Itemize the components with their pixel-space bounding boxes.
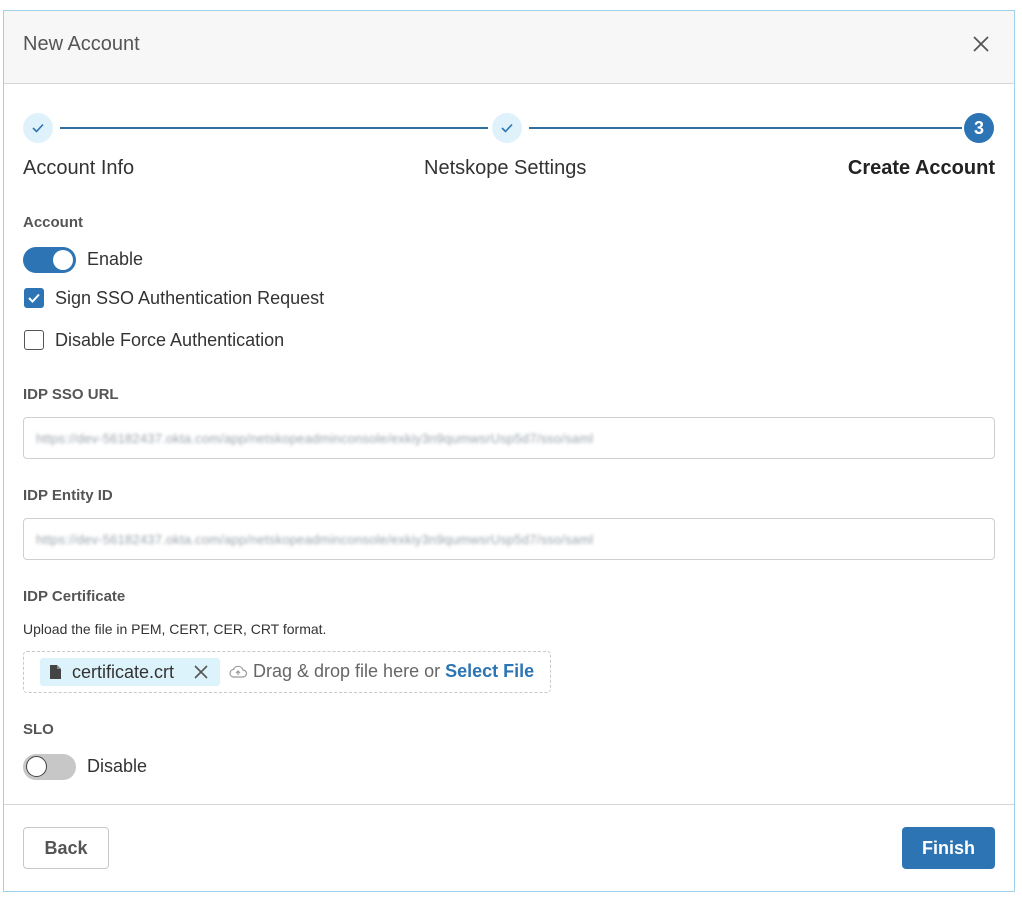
step-label-netskope-settings: Netskope Settings: [424, 157, 587, 179]
file-name: certificate.crt: [72, 662, 175, 682]
account-section-label: Account: [23, 214, 83, 231]
drop-instruction: Drag & drop file here or: [253, 661, 441, 681]
sign-sso-checkbox[interactable]: [24, 288, 44, 308]
idp-sso-url-input[interactable]: https://dev-56182437.okta.com/app/netsko…: [23, 417, 995, 459]
sign-sso-label: Sign SSO Authentication Request: [55, 288, 325, 308]
dialog-footer: Back Finish: [4, 804, 1014, 891]
step-connector-2: [529, 127, 962, 129]
disable-force-auth-label: Disable Force Authentication: [55, 330, 285, 350]
idp-entity-id-input[interactable]: https://dev-56182437.okta.com/app/netsko…: [23, 518, 995, 560]
dialog-title: New Account: [23, 33, 140, 55]
idp-sso-url-label: IDP SSO URL: [23, 386, 119, 403]
idp-entity-id-label: IDP Entity ID: [23, 487, 113, 504]
file-chip: certificate.crt: [40, 658, 220, 686]
new-account-dialog: New Account 3 Account Info Netskope Sett…: [3, 10, 1015, 892]
step-3-number: 3: [964, 113, 994, 143]
step-1-check-icon: [23, 113, 53, 143]
certificate-dropzone[interactable]: certificate.crt Drag & drop file here or…: [23, 651, 551, 693]
idp-certificate-label: IDP Certificate: [23, 588, 126, 605]
back-button[interactable]: Back: [23, 827, 109, 869]
idp-entity-id-value: https://dev-56182437.okta.com/app/netsko…: [36, 531, 594, 547]
enable-toggle[interactable]: [23, 247, 76, 273]
drop-text: Drag & drop file here or Select File: [253, 661, 534, 682]
step-2-check-icon: [492, 113, 522, 143]
toggle-knob: [53, 250, 73, 270]
step-label-create-account: Create Account: [847, 157, 995, 179]
dialog-header: New Account: [4, 11, 1014, 84]
slo-toggle-label: Disable: [87, 756, 148, 776]
step-connector-1: [60, 127, 488, 129]
toggle-knob: [26, 756, 47, 777]
idp-certificate-hint: Upload the file in PEM, CERT, CER, CRT f…: [23, 621, 327, 637]
enable-toggle-label: Enable: [87, 249, 144, 269]
close-icon[interactable]: [970, 33, 992, 55]
disable-force-auth-checkbox[interactable]: [24, 330, 44, 350]
remove-file-icon[interactable]: [193, 664, 209, 680]
cloud-upload-icon: [229, 665, 248, 678]
step-label-account-info: Account Info: [23, 157, 135, 179]
slo-label: SLO: [23, 721, 54, 738]
finish-button[interactable]: Finish: [902, 827, 995, 869]
file-icon: [50, 665, 61, 679]
stepper: 3: [23, 111, 996, 151]
checkmark-icon: [28, 293, 40, 303]
slo-toggle[interactable]: [23, 754, 76, 780]
select-file-link[interactable]: Select File: [445, 661, 534, 681]
idp-sso-url-value: https://dev-56182437.okta.com/app/netsko…: [36, 430, 594, 446]
